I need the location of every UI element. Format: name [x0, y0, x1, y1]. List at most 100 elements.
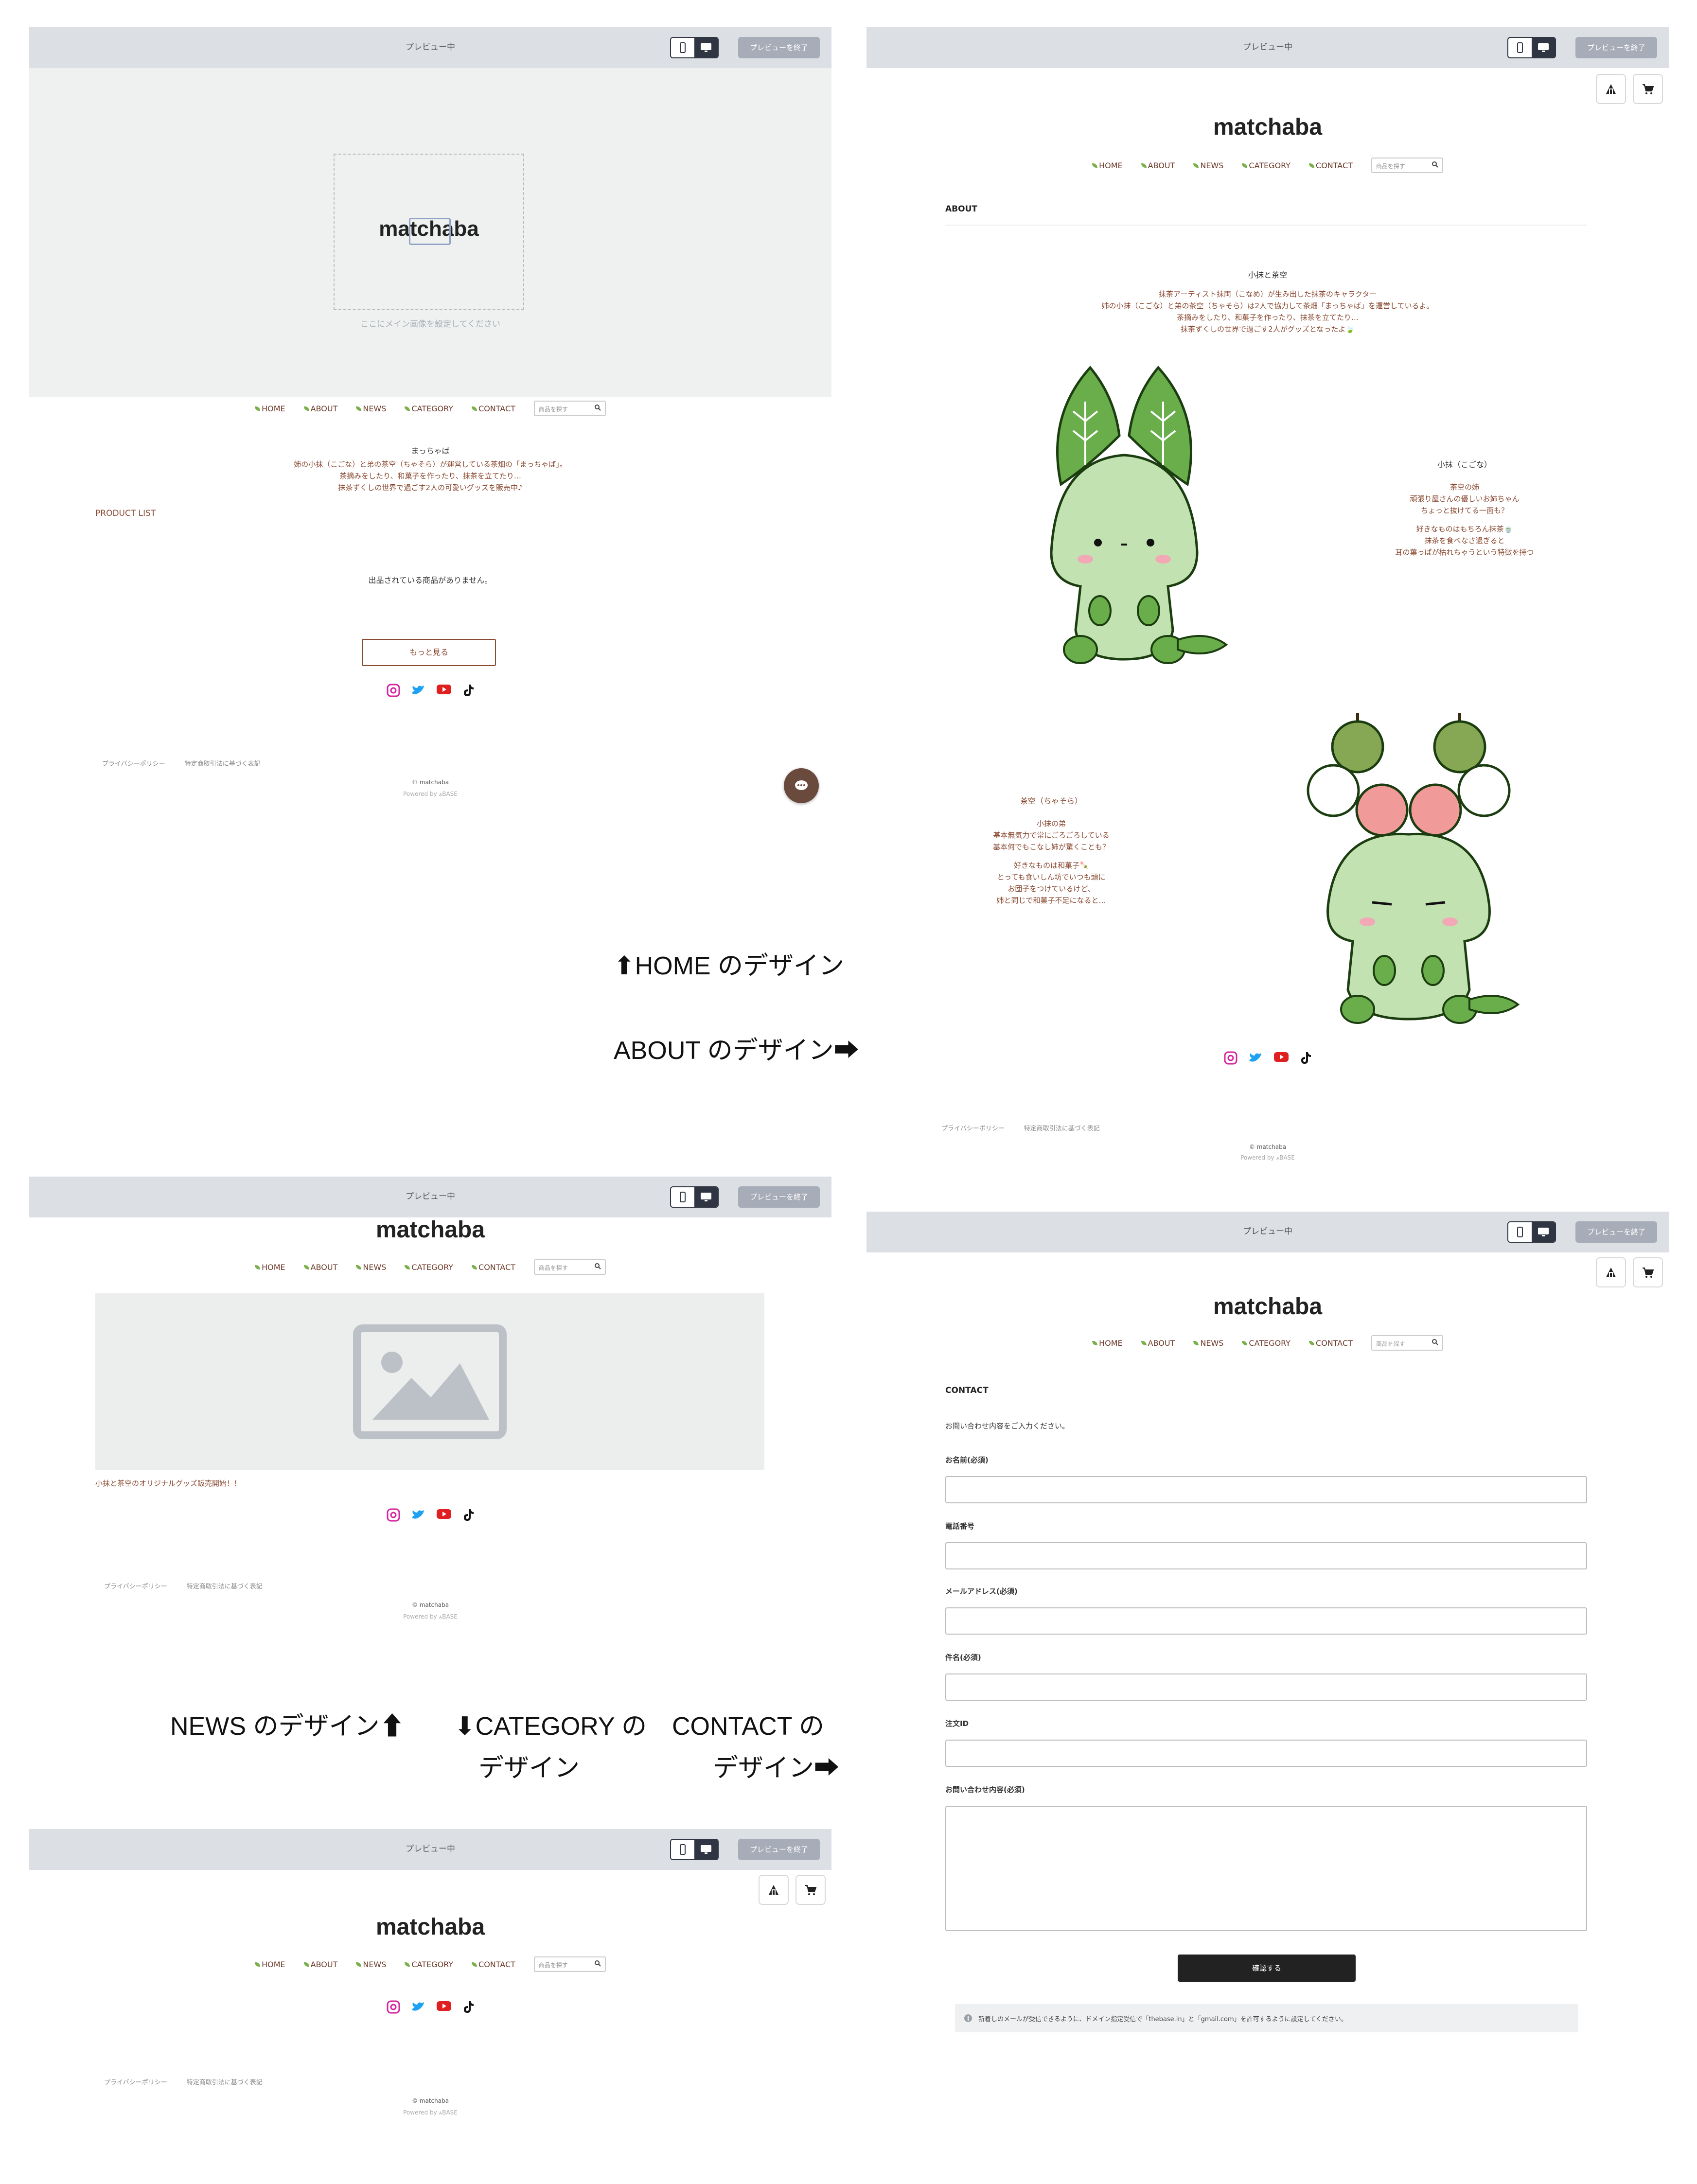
nav-about[interactable]: ABOUT — [1141, 161, 1175, 170]
message-textarea[interactable] — [945, 1806, 1587, 1931]
mobile-view-icon[interactable] — [671, 1840, 694, 1859]
end-preview-button[interactable]: プレビューを終了 — [738, 1186, 820, 1208]
mobile-view-icon[interactable] — [671, 38, 694, 57]
tokutei-link[interactable]: 特定商取引法に基づく表記 — [185, 758, 261, 768]
privacy-link[interactable]: プライバシーポリシー — [104, 2077, 167, 2086]
nav-home[interactable]: HOME — [255, 1263, 285, 1272]
tokutei-link[interactable]: 特定商取引法に基づく表記 — [187, 1581, 263, 1590]
store-logo[interactable]: matchaba — [866, 1293, 1669, 1320]
end-preview-button[interactable]: プレビューを終了 — [738, 37, 820, 58]
tiktok-icon[interactable] — [462, 684, 474, 697]
search-input[interactable]: 商品を探す — [533, 1956, 606, 1972]
subject-input[interactable] — [945, 1673, 1587, 1701]
leaf-icon — [405, 1265, 410, 1269]
nav-home[interactable]: HOME — [1092, 1339, 1123, 1348]
base-app-button[interactable] — [759, 1875, 789, 1905]
email-input[interactable] — [945, 1607, 1587, 1635]
cart-button[interactable] — [1633, 1257, 1663, 1287]
nav-about[interactable]: ABOUT — [1141, 1339, 1175, 1348]
tokutei-link[interactable]: 特定商取引法に基づく表記 — [1024, 1123, 1100, 1132]
news-image-placeholder[interactable] — [95, 1293, 764, 1470]
nav-home[interactable]: HOME — [255, 1960, 285, 1969]
youtube-icon[interactable] — [436, 2000, 452, 2012]
store-logo[interactable]: matchaba — [29, 1914, 831, 1940]
desktop-view-icon[interactable] — [1532, 38, 1555, 57]
nav-contact[interactable]: CONTACT — [472, 1960, 515, 1969]
nav-category[interactable]: CATEGORY — [1242, 1339, 1290, 1348]
more-button[interactable]: もっと見る — [362, 639, 496, 666]
end-preview-button[interactable]: プレビューを終了 — [1575, 37, 1657, 58]
privacy-link[interactable]: プライバシーポリシー — [102, 758, 165, 768]
instagram-icon[interactable] — [387, 1508, 400, 1522]
hero-placeholder-box[interactable]: matchaba — [334, 154, 524, 310]
nav-news[interactable]: NEWS — [1193, 161, 1223, 170]
nav-contact[interactable]: CONTACT — [472, 404, 515, 413]
privacy-link[interactable]: プライバシーポリシー — [941, 1123, 1005, 1132]
nav-category[interactable]: CATEGORY — [1242, 161, 1290, 170]
cart-button[interactable] — [795, 1875, 826, 1905]
cart-button[interactable] — [1633, 74, 1663, 104]
nav-news[interactable]: NEWS — [356, 404, 386, 413]
chat-button[interactable] — [784, 768, 819, 803]
desktop-view-icon[interactable] — [694, 1187, 718, 1207]
tiktok-icon[interactable] — [462, 2000, 474, 2014]
search-input[interactable]: 商品を探す — [533, 1259, 606, 1275]
device-toggle[interactable] — [1507, 37, 1556, 58]
tiktok-icon[interactable] — [462, 1508, 474, 1522]
store-logo[interactable]: matchaba — [29, 1216, 831, 1243]
base-app-button[interactable] — [1596, 1257, 1626, 1287]
search-input[interactable]: 商品を探す — [1371, 1335, 1443, 1351]
instagram-icon[interactable] — [1224, 1051, 1237, 1065]
device-toggle[interactable] — [1507, 1221, 1556, 1243]
twitter-icon[interactable] — [411, 684, 425, 697]
nav-category[interactable]: CATEGORY — [405, 1960, 453, 1969]
confirm-button[interactable]: 確認する — [1178, 1955, 1356, 1982]
desktop-view-icon[interactable] — [1532, 1222, 1555, 1242]
tiktok-icon[interactable] — [1300, 1051, 1311, 1065]
phone-input[interactable] — [945, 1542, 1587, 1569]
nav-contact[interactable]: CONTACT — [472, 1263, 515, 1272]
end-preview-button[interactable]: プレビューを終了 — [738, 1839, 820, 1860]
nav-category[interactable]: CATEGORY — [405, 404, 453, 413]
instagram-icon[interactable] — [387, 684, 400, 697]
tokutei-link[interactable]: 特定商取引法に基づく表記 — [187, 2077, 263, 2086]
mobile-view-icon[interactable] — [1508, 38, 1532, 57]
search-input[interactable]: 商品を探す — [533, 401, 606, 416]
nav-about[interactable]: ABOUT — [303, 404, 337, 413]
nav-contact[interactable]: CONTACT — [1309, 1339, 1353, 1348]
nav-category[interactable]: CATEGORY — [405, 1263, 453, 1272]
nav-about[interactable]: ABOUT — [303, 1263, 337, 1272]
store-logo[interactable]: matchaba — [866, 114, 1669, 141]
twitter-icon[interactable] — [411, 2000, 425, 2014]
youtube-icon[interactable] — [436, 1508, 452, 1520]
privacy-link[interactable]: プライバシーポリシー — [104, 1581, 167, 1590]
about-title: 小抹と茶空 — [1248, 270, 1287, 280]
youtube-icon[interactable] — [1273, 1051, 1289, 1063]
device-toggle[interactable] — [670, 1186, 719, 1208]
footer-links: プライバシーポリシー 特定商取引法に基づく表記 — [941, 1123, 1100, 1132]
base-app-button[interactable] — [1596, 74, 1626, 104]
nav-about[interactable]: ABOUT — [303, 1960, 337, 1969]
twitter-icon[interactable] — [1248, 1051, 1263, 1065]
nav-news[interactable]: NEWS — [356, 1960, 386, 1969]
koma-line: 好きなものはもちろん抹茶🍵 — [1416, 525, 1513, 533]
mobile-view-icon[interactable] — [671, 1187, 694, 1207]
news-caption[interactable]: 小抹と茶空のオリジナルグッズ販売開始！！ — [95, 1478, 241, 1488]
nav-home[interactable]: HOME — [1092, 161, 1123, 170]
nav-news[interactable]: NEWS — [1193, 1339, 1223, 1348]
end-preview-button[interactable]: プレビューを終了 — [1575, 1221, 1657, 1243]
device-toggle[interactable] — [670, 37, 719, 58]
instagram-icon[interactable] — [387, 2000, 400, 2014]
desktop-view-icon[interactable] — [694, 38, 718, 57]
nav-home[interactable]: HOME — [255, 404, 285, 413]
youtube-icon[interactable] — [436, 684, 452, 695]
twitter-icon[interactable] — [411, 1508, 425, 1522]
name-input[interactable] — [945, 1476, 1587, 1503]
order-id-input[interactable] — [945, 1740, 1587, 1767]
device-toggle[interactable] — [670, 1839, 719, 1860]
nav-contact[interactable]: CONTACT — [1309, 161, 1353, 170]
desktop-view-icon[interactable] — [694, 1840, 718, 1859]
mobile-view-icon[interactable] — [1508, 1222, 1532, 1242]
search-input[interactable]: 商品を探す — [1371, 158, 1443, 173]
nav-news[interactable]: NEWS — [356, 1263, 386, 1272]
